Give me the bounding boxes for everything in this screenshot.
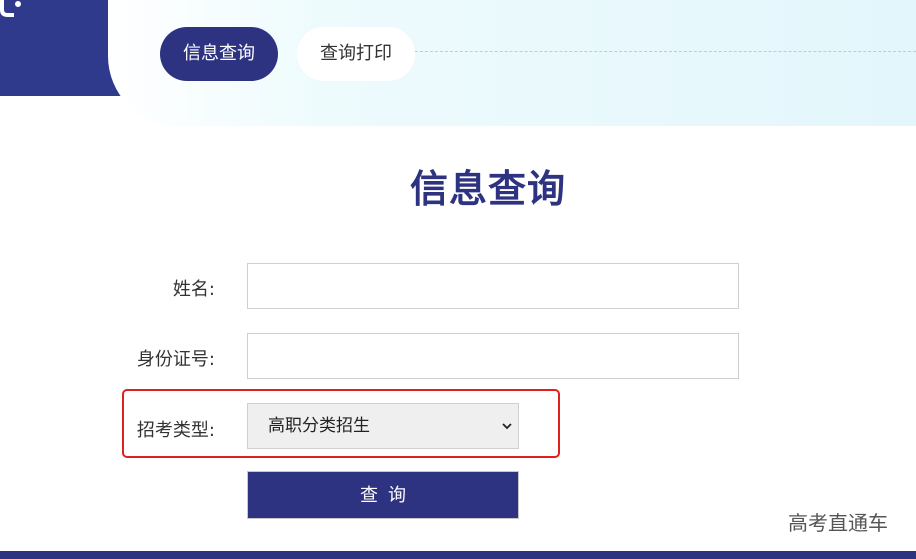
tab-query-print[interactable]: 查询打印 bbox=[297, 27, 415, 81]
name-input[interactable] bbox=[247, 263, 739, 309]
logo-fragment bbox=[0, 0, 21, 17]
tab-divider-line bbox=[410, 51, 916, 52]
id-number-label: 身份证号: bbox=[136, 349, 215, 370]
name-label: 姓名: bbox=[172, 279, 215, 300]
id-number-input[interactable] bbox=[247, 333, 739, 379]
query-button[interactable]: 查询 bbox=[247, 471, 519, 519]
footer-bar bbox=[0, 551, 916, 559]
tab-info-query[interactable]: 信息查询 bbox=[160, 27, 278, 81]
highlight-annotation bbox=[122, 389, 560, 458]
page-title: 信息查询 bbox=[409, 167, 566, 211]
watermark-text: 高考直通车 bbox=[788, 511, 888, 535]
